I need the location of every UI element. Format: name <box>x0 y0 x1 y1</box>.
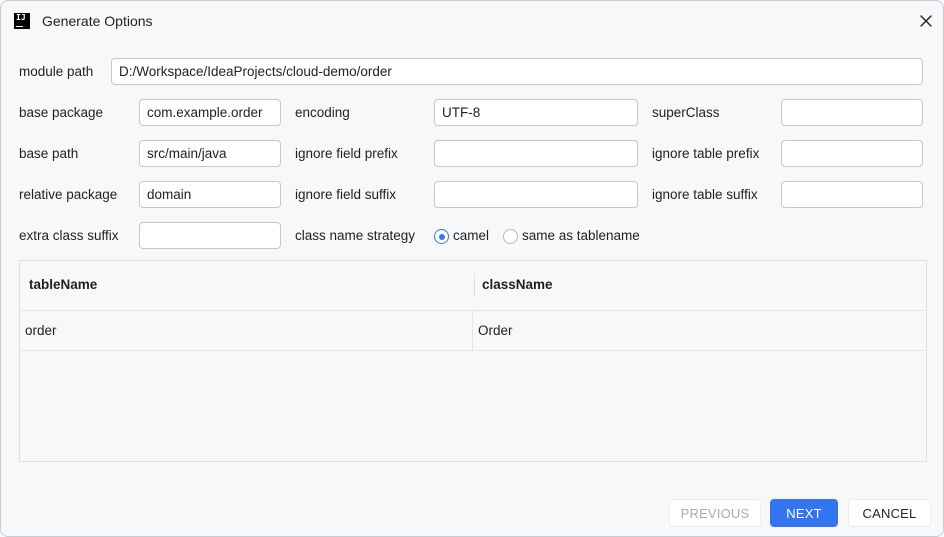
class-name-strategy-label: class name strategy <box>295 228 416 243</box>
base-package-input[interactable] <box>139 99 281 126</box>
column-header-classname[interactable]: className <box>482 277 553 292</box>
ignore-field-suffix-label: ignore field suffix <box>295 187 397 202</box>
ignore-field-prefix-label: ignore field prefix <box>295 146 398 161</box>
generate-options-dialog: IJ Generate Options module path base pac… <box>0 0 944 537</box>
cell-classname[interactable]: Order <box>478 323 513 338</box>
extra-class-suffix-input[interactable] <box>139 222 281 249</box>
close-icon[interactable] <box>917 12 935 30</box>
relative-package-input[interactable] <box>139 181 281 208</box>
app-icon-text: IJ <box>16 13 26 22</box>
table-mapping-grid: tableName className order Order <box>19 260 927 462</box>
intellij-app-icon: IJ <box>14 13 30 29</box>
previous-button[interactable]: PREVIOUS <box>669 499 761 527</box>
table-header: tableName className <box>20 261 926 311</box>
camel-radio[interactable] <box>434 229 449 244</box>
module-path-label: module path <box>19 64 94 79</box>
cancel-button[interactable]: CANCEL <box>848 499 931 527</box>
camel-radio-label[interactable]: camel <box>453 227 489 245</box>
base-path-input[interactable] <box>139 140 281 167</box>
cell-tablename[interactable]: order <box>25 323 57 338</box>
dialog-title: Generate Options <box>42 13 153 29</box>
column-divider[interactable] <box>474 274 475 297</box>
ignore-field-prefix-input[interactable] <box>434 140 638 167</box>
same-as-tablename-radio[interactable] <box>503 229 518 244</box>
encoding-label: encoding <box>295 105 350 120</box>
cell-divider <box>472 311 473 351</box>
ignore-table-suffix-input[interactable] <box>781 181 923 208</box>
base-path-label: base path <box>19 146 79 161</box>
ignore-table-prefix-label: ignore table prefix <box>652 146 760 161</box>
ignore-table-prefix-input[interactable] <box>781 140 923 167</box>
title-bar: IJ Generate Options <box>1 1 943 41</box>
ignore-field-suffix-input[interactable] <box>434 181 638 208</box>
extra-class-suffix-label: extra class suffix <box>19 228 119 243</box>
next-button[interactable]: NEXT <box>770 499 838 527</box>
super-class-label: superClass <box>652 105 720 120</box>
super-class-input[interactable] <box>781 99 923 126</box>
column-header-tablename[interactable]: tableName <box>29 277 97 292</box>
relative-package-label: relative package <box>19 187 118 202</box>
base-package-label: base package <box>19 105 104 120</box>
table-row[interactable]: order Order <box>20 311 926 351</box>
encoding-input[interactable] <box>434 99 638 126</box>
module-path-input[interactable] <box>111 58 923 85</box>
same-as-tablename-radio-label[interactable]: same as tablename <box>522 227 640 245</box>
ignore-table-suffix-label: ignore table suffix <box>652 187 758 202</box>
